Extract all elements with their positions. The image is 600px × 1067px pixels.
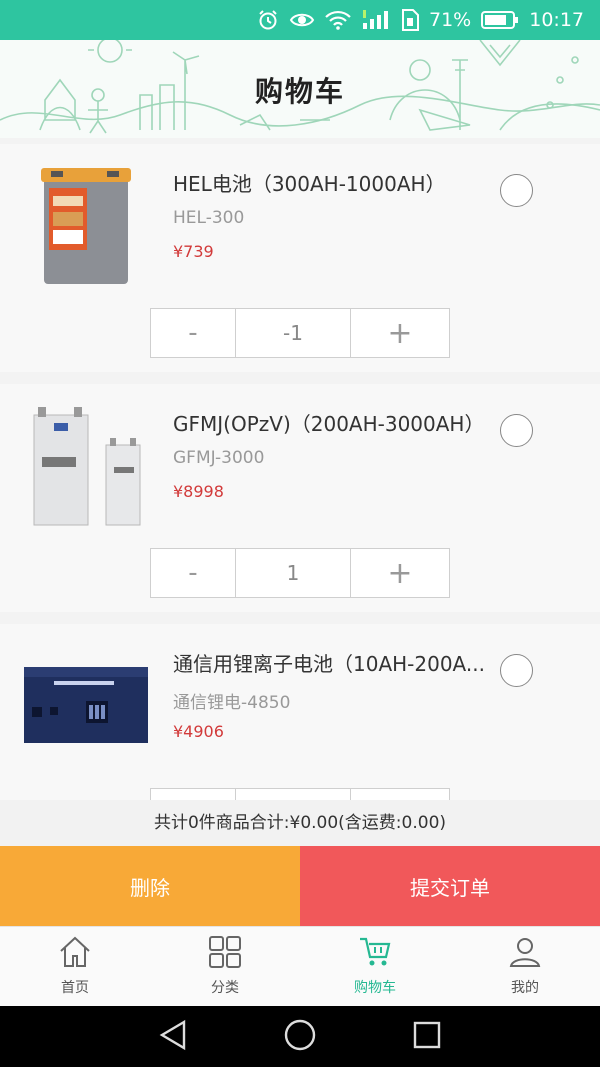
increase-button[interactable]: + — [351, 549, 449, 597]
clock: 10:17 — [529, 9, 584, 31]
battery-icon — [481, 10, 519, 30]
select-checkbox[interactable] — [500, 654, 533, 687]
product-name[interactable]: HEL电池（300AH-1000AH） — [173, 168, 498, 197]
nav-label: 分类 — [211, 980, 239, 996]
wifi-icon — [325, 10, 351, 30]
quantity-stepper: - -1 + — [150, 308, 450, 358]
increase-button[interactable]: + — [351, 789, 449, 801]
user-icon — [508, 935, 542, 973]
product-image[interactable] — [20, 642, 152, 772]
quantity-stepper: - 1 + — [150, 548, 450, 598]
eye-icon — [289, 10, 315, 30]
nav-label: 购物车 — [354, 980, 396, 996]
back-icon[interactable] — [158, 1019, 188, 1055]
recents-icon[interactable] — [412, 1020, 442, 1054]
nav-label: 我的 — [511, 980, 539, 996]
product-price: ¥8998 — [173, 482, 224, 501]
product-name[interactable]: GFMJ(OPzV)（200AH-3000AH） — [173, 408, 498, 437]
increase-button[interactable]: + — [351, 309, 449, 357]
alarm-icon — [257, 9, 279, 31]
cart-list[interactable]: HEL电池（300AH-1000AH） HEL-300 ¥739 - -1 + — [0, 144, 600, 800]
nav-item-category[interactable]: 分类 — [150, 927, 300, 1006]
quantity-field[interactable]: 1 — [236, 549, 351, 597]
product-image[interactable] — [20, 402, 152, 532]
cart-icon — [358, 935, 392, 973]
quantity-field[interactable] — [236, 789, 351, 800]
select-checkbox[interactable] — [500, 174, 533, 207]
battery-percent: 71% — [429, 9, 472, 31]
nav-item-profile[interactable]: 我的 — [450, 927, 600, 1006]
decrease-button[interactable]: - — [151, 549, 236, 597]
submit-order-button[interactable]: 提交订单 — [300, 846, 600, 926]
grid-icon — [208, 935, 242, 973]
cart-item[interactable]: HEL电池（300AH-1000AH） HEL-300 ¥739 - -1 + — [0, 144, 600, 372]
home-circle-icon[interactable] — [283, 1018, 317, 1056]
cart-item[interactable]: GFMJ(OPzV)（200AH-3000AH） GFMJ-3000 ¥8998… — [0, 384, 600, 612]
product-price: ¥739 — [173, 242, 214, 261]
home-icon — [58, 935, 92, 973]
system-navigation-bar — [0, 1006, 600, 1067]
product-name[interactable]: 通信用锂离子电池（10AH-200A... — [173, 648, 498, 677]
bottom-nav: 首页 分类 购物车 我的 — [0, 926, 600, 1006]
nav-item-cart[interactable]: 购物车 — [300, 927, 450, 1006]
decrease-button[interactable]: - — [151, 309, 236, 357]
delete-button[interactable]: 删除 — [0, 846, 300, 926]
nav-label: 首页 — [61, 980, 89, 996]
select-checkbox[interactable] — [500, 414, 533, 447]
decrease-button[interactable]: - — [151, 789, 236, 800]
product-model: 通信锂电-4850 — [173, 693, 291, 713]
product-price: ¥4906 — [173, 722, 224, 741]
order-summary: 共计0件商品合计:¥0.00(含运费:0.00) — [0, 800, 600, 846]
page-title: 购物车 — [254, 75, 345, 108]
product-image[interactable] — [20, 162, 152, 292]
quantity-stepper: - + — [150, 788, 450, 800]
product-model: GFMJ-3000 — [173, 448, 265, 468]
product-model: HEL-300 — [173, 208, 245, 228]
signal-icon — [361, 9, 391, 31]
quantity-field[interactable]: -1 — [236, 309, 351, 357]
header: 购物车 — [0, 40, 600, 138]
nav-item-home[interactable]: 首页 — [0, 927, 150, 1006]
sim-icon — [401, 9, 419, 31]
status-bar: 71% 10:17 — [0, 0, 600, 40]
cart-item[interactable]: 通信用锂离子电池（10AH-200A... 通信锂电-4850 ¥4906 - … — [0, 624, 600, 800]
